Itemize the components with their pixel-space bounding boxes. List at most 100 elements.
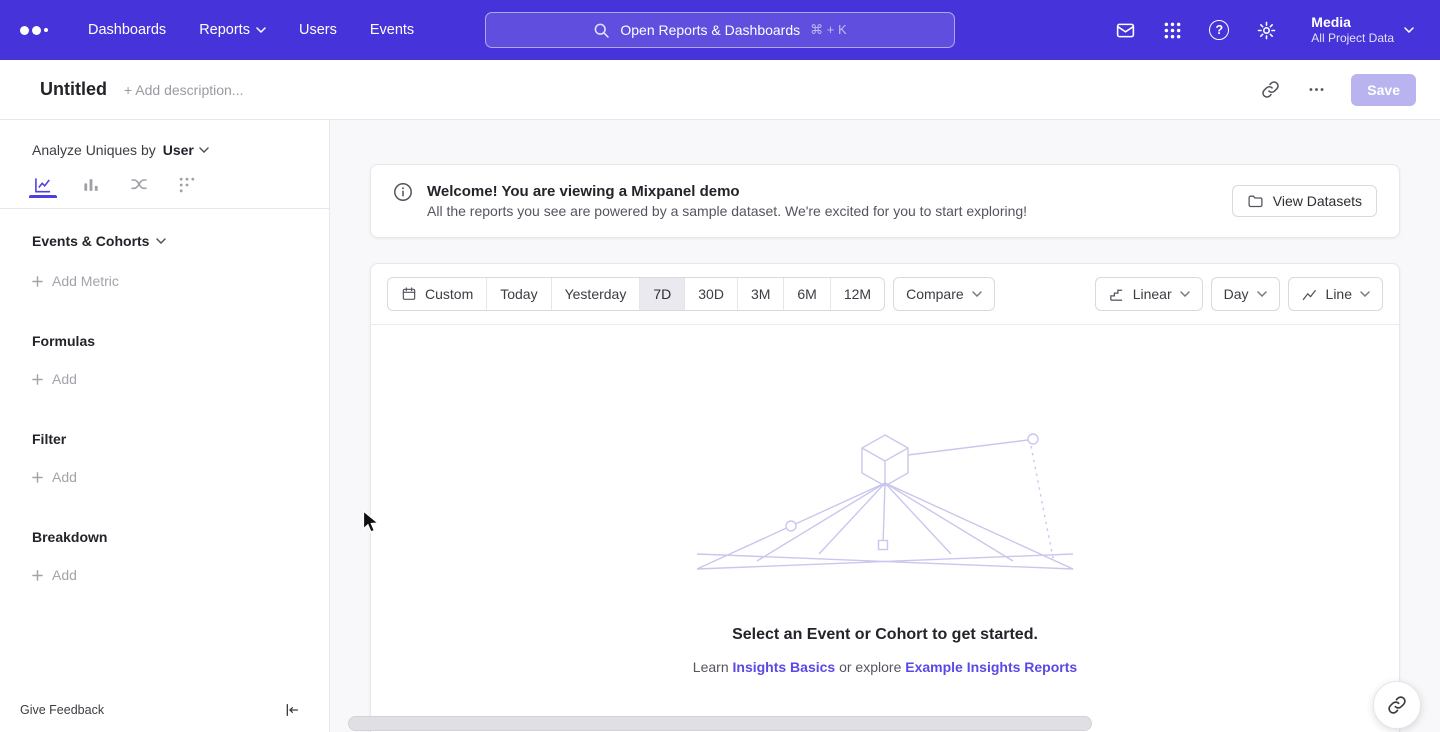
nav-reports[interactable]: Reports xyxy=(199,22,266,38)
breakdown-section: Breakdown xyxy=(32,529,329,545)
empty-state-title: Select an Event or Cohort to get started… xyxy=(371,626,1399,644)
linear-scale-icon xyxy=(1108,286,1125,303)
mixpanel-logo[interactable] xyxy=(20,26,50,35)
nav-dashboards-label: Dashboards xyxy=(88,22,166,38)
search-shortcut: ⌘ + K xyxy=(810,22,847,38)
tab-flows[interactable] xyxy=(128,175,150,197)
analyze-label: Analyze Uniques by xyxy=(32,142,156,158)
link-icon xyxy=(1261,80,1280,99)
banner-text: Welcome! You are viewing a Mixpanel demo… xyxy=(427,183,1027,219)
help-icon: ? xyxy=(1209,20,1229,40)
banner-subtitle: All the reports you see are powered by a… xyxy=(427,203,1027,219)
apps-grid-button[interactable] xyxy=(1160,18,1184,42)
nav-events[interactable]: Events xyxy=(370,22,414,38)
chevron-down-icon xyxy=(1404,27,1414,33)
empty-state: Select an Event or Cohort to get started… xyxy=(371,325,1399,675)
line-chart-icon xyxy=(1301,286,1318,303)
plus-icon xyxy=(32,472,43,483)
chart-display-controls: Linear Day Line xyxy=(1095,277,1383,311)
range-6m-button[interactable]: 6M xyxy=(783,278,829,310)
report-title[interactable]: Untitled xyxy=(40,79,107,100)
empty-state-illustration xyxy=(695,423,1075,575)
collapse-left-icon xyxy=(284,702,300,718)
chevron-down-icon xyxy=(1180,291,1190,297)
range-3m-button[interactable]: 3M xyxy=(737,278,783,310)
chart-type-dropdown[interactable]: Line xyxy=(1288,277,1383,311)
range-custom-button[interactable]: Custom xyxy=(388,278,486,310)
add-breakdown-button[interactable]: Add xyxy=(32,567,329,583)
flows-icon xyxy=(129,175,149,195)
bar-chart-icon xyxy=(81,175,101,195)
folder-icon xyxy=(1247,193,1264,210)
project-name: Media xyxy=(1311,14,1394,32)
copy-link-button[interactable] xyxy=(1257,77,1283,103)
help-button[interactable]: ? xyxy=(1207,18,1231,42)
metric-type-tabs xyxy=(0,175,329,209)
range-yesterday-button[interactable]: Yesterday xyxy=(551,278,640,310)
chevron-down-icon xyxy=(972,291,982,297)
line-chart-icon xyxy=(33,175,53,195)
mixpanel-insights-app: Dashboards Reports Users Events Open Rep… xyxy=(0,0,1440,732)
demo-welcome-banner: Welcome! You are viewing a Mixpanel demo… xyxy=(370,164,1400,238)
search-icon xyxy=(593,22,610,39)
learn-prefix: Learn xyxy=(693,659,729,675)
retention-grid-icon xyxy=(177,175,197,195)
chart-toolbar: Custom Today Yesterday 7D 30D 3M 6M 12M … xyxy=(371,264,1399,325)
insights-basics-link[interactable]: Insights Basics xyxy=(733,659,836,675)
analyze-uniques-row: Analyze Uniques by User xyxy=(32,142,329,158)
mail-icon xyxy=(1115,20,1136,41)
link-icon xyxy=(1387,695,1407,715)
tab-insights[interactable] xyxy=(32,175,54,197)
range-today-button[interactable]: Today xyxy=(486,278,550,310)
chevron-down-icon xyxy=(1360,291,1370,297)
nav-reports-label: Reports xyxy=(199,22,250,38)
compare-dropdown[interactable]: Compare xyxy=(893,277,995,311)
range-7d-button[interactable]: 7D xyxy=(639,278,684,310)
interval-dropdown[interactable]: Day xyxy=(1211,277,1280,311)
view-datasets-button[interactable]: View Datasets xyxy=(1232,185,1377,217)
events-cohorts-section[interactable]: Events & Cohorts xyxy=(32,233,329,249)
nav-users-label: Users xyxy=(299,22,337,38)
chevron-down-icon xyxy=(256,27,266,33)
example-reports-link[interactable]: Example Insights Reports xyxy=(905,659,1077,675)
tab-funnels[interactable] xyxy=(80,175,102,197)
project-switcher[interactable]: Media All Project Data xyxy=(1311,14,1414,47)
inbox-button[interactable] xyxy=(1113,18,1137,42)
share-link-fab[interactable] xyxy=(1373,681,1421,729)
primary-nav: Dashboards Reports Users Events xyxy=(88,22,414,38)
scale-dropdown[interactable]: Linear xyxy=(1095,277,1203,311)
formulas-section: Formulas xyxy=(32,333,329,349)
insights-chart-card: Custom Today Yesterday 7D 30D 3M 6M 12M … xyxy=(370,263,1400,732)
report-header: Untitled + Add description... Save xyxy=(0,60,1440,120)
add-metric-button[interactable]: Add Metric xyxy=(32,273,329,289)
settings-button[interactable] xyxy=(1254,18,1278,42)
add-filter-button[interactable]: Add xyxy=(32,469,329,485)
tab-retention[interactable] xyxy=(176,175,198,197)
chevron-down-icon xyxy=(1257,291,1267,297)
plus-icon xyxy=(32,374,43,385)
empty-state-subtitle: Learn Insights Basics or explore Example… xyxy=(371,659,1399,675)
more-options-button[interactable] xyxy=(1303,77,1329,103)
gear-icon xyxy=(1256,20,1277,41)
info-icon xyxy=(393,182,413,202)
project-scope: All Project Data xyxy=(1311,31,1394,46)
collapse-sidebar-button[interactable] xyxy=(281,699,303,721)
nav-events-label: Events xyxy=(370,22,414,38)
report-description-placeholder[interactable]: + Add description... xyxy=(124,82,243,98)
save-button[interactable]: Save xyxy=(1351,74,1416,106)
content-area: Analyze Uniques by User xyxy=(0,120,1440,732)
range-12m-button[interactable]: 12M xyxy=(830,278,884,310)
middle-text: or explore xyxy=(839,659,901,675)
give-feedback-link[interactable]: Give Feedback xyxy=(20,703,104,717)
global-search[interactable]: Open Reports & Dashboards ⌘ + K xyxy=(485,12,955,48)
search-placeholder: Open Reports & Dashboards xyxy=(620,22,800,38)
nav-users[interactable]: Users xyxy=(299,22,337,38)
chevron-down-icon xyxy=(156,238,166,244)
banner-title: Welcome! You are viewing a Mixpanel demo xyxy=(427,183,1027,200)
analyze-by-dropdown[interactable]: User xyxy=(163,142,209,158)
add-formula-button[interactable]: Add xyxy=(32,371,329,387)
date-range-segmented-control: Custom Today Yesterday 7D 30D 3M 6M 12M xyxy=(387,277,885,311)
nav-dashboards[interactable]: Dashboards xyxy=(88,22,166,38)
horizontal-scrollbar[interactable] xyxy=(348,716,1092,731)
range-30d-button[interactable]: 30D xyxy=(684,278,737,310)
